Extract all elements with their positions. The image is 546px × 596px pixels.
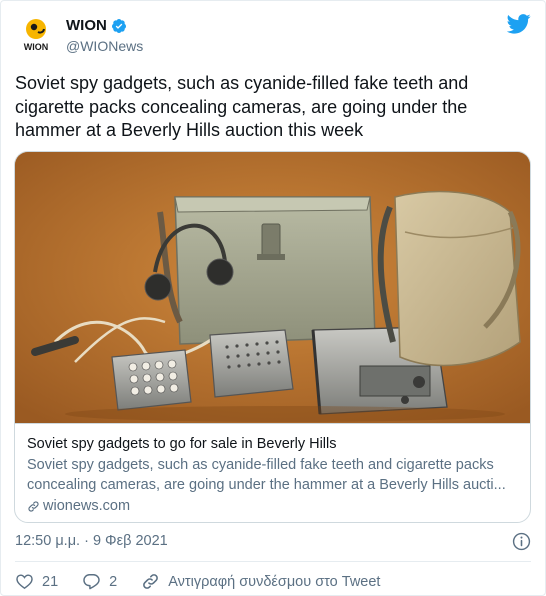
card-domain-row: wionews.com bbox=[27, 497, 520, 516]
link-icon bbox=[28, 501, 39, 512]
reply-button[interactable]: 2 bbox=[82, 572, 117, 591]
heart-icon bbox=[16, 574, 33, 590]
verified-badge-icon bbox=[111, 18, 126, 33]
reply-count: 2 bbox=[109, 573, 118, 590]
twitter-bird-icon[interactable] bbox=[507, 13, 531, 35]
author-display-name[interactable]: WION bbox=[66, 17, 107, 34]
action-bar: 21 2 Αντιγραφή συνδέσμου στο Tweet bbox=[15, 572, 380, 591]
logo-text: WION bbox=[24, 42, 49, 52]
info-icon[interactable] bbox=[512, 532, 531, 551]
divider bbox=[15, 561, 531, 562]
link-icon bbox=[143, 574, 159, 589]
author-name-row: WION bbox=[66, 17, 127, 34]
card-title: Soviet spy gadgets to go for sale in Bev… bbox=[27, 436, 337, 452]
spy-gadgets-photo bbox=[15, 152, 530, 423]
card-image bbox=[15, 152, 530, 423]
tweet-embed: WION WION @WIONews Soviet spy gadgets, s… bbox=[0, 0, 546, 596]
copy-link-button[interactable]: Αντιγραφή συνδέσμου στο Tweet bbox=[141, 572, 380, 591]
author-avatar[interactable]: WION bbox=[15, 13, 57, 55]
copy-link-label: Αντιγραφή συνδέσμου στο Tweet bbox=[168, 573, 381, 590]
card-description: Soviet spy gadgets, such as cyanide-fill… bbox=[27, 457, 506, 493]
like-count: 21 bbox=[42, 573, 59, 590]
wion-logo-icon: WION bbox=[15, 13, 57, 55]
author-handle[interactable]: @WIONews bbox=[66, 38, 143, 54]
like-button[interactable]: 21 bbox=[15, 572, 58, 591]
tweet-text: Soviet spy gadgets, such as cyanide-fill… bbox=[15, 73, 469, 140]
reply-bubble-icon bbox=[83, 574, 100, 590]
tweet-timestamp[interactable]: 12:50 μ.μ. · 9 Φεβ 2021 bbox=[15, 533, 168, 549]
card-domain: wionews.com bbox=[43, 498, 131, 514]
link-preview-card[interactable]: Soviet spy gadgets to go for sale in Bev… bbox=[14, 151, 531, 523]
card-body: Soviet spy gadgets to go for sale in Bev… bbox=[15, 423, 530, 522]
